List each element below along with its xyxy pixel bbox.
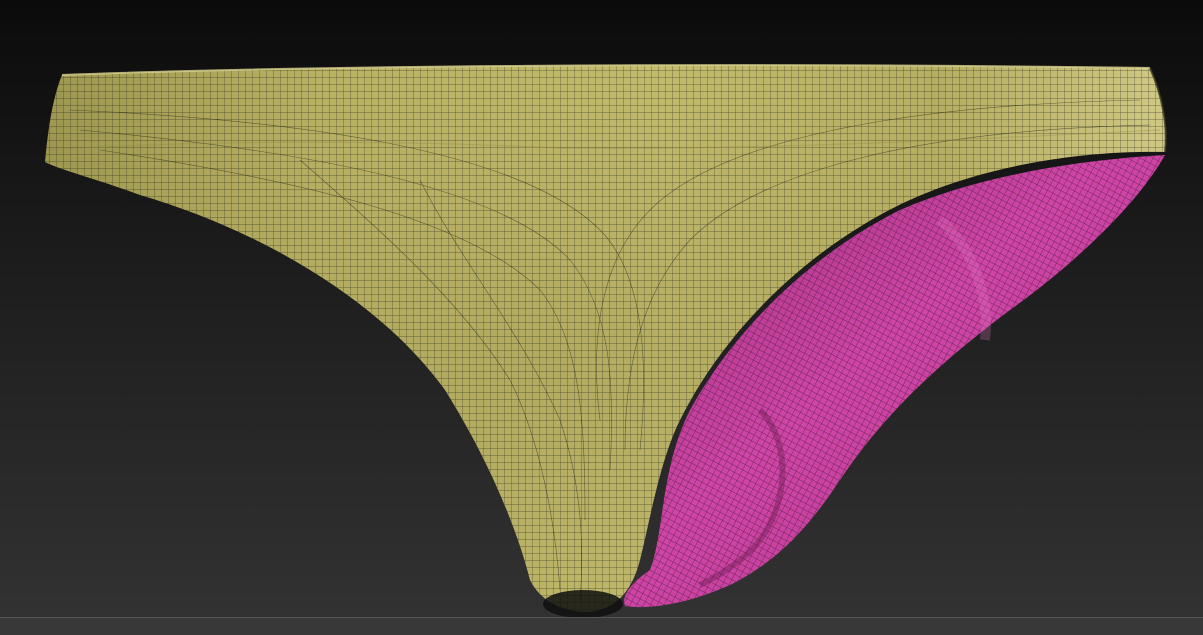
mesh-model[interactable] xyxy=(0,0,1203,635)
viewport-bottom-bar xyxy=(0,617,1203,635)
outer-surface xyxy=(45,64,1167,613)
crotch-shadow xyxy=(543,590,623,618)
3d-viewport[interactable] xyxy=(0,0,1203,635)
